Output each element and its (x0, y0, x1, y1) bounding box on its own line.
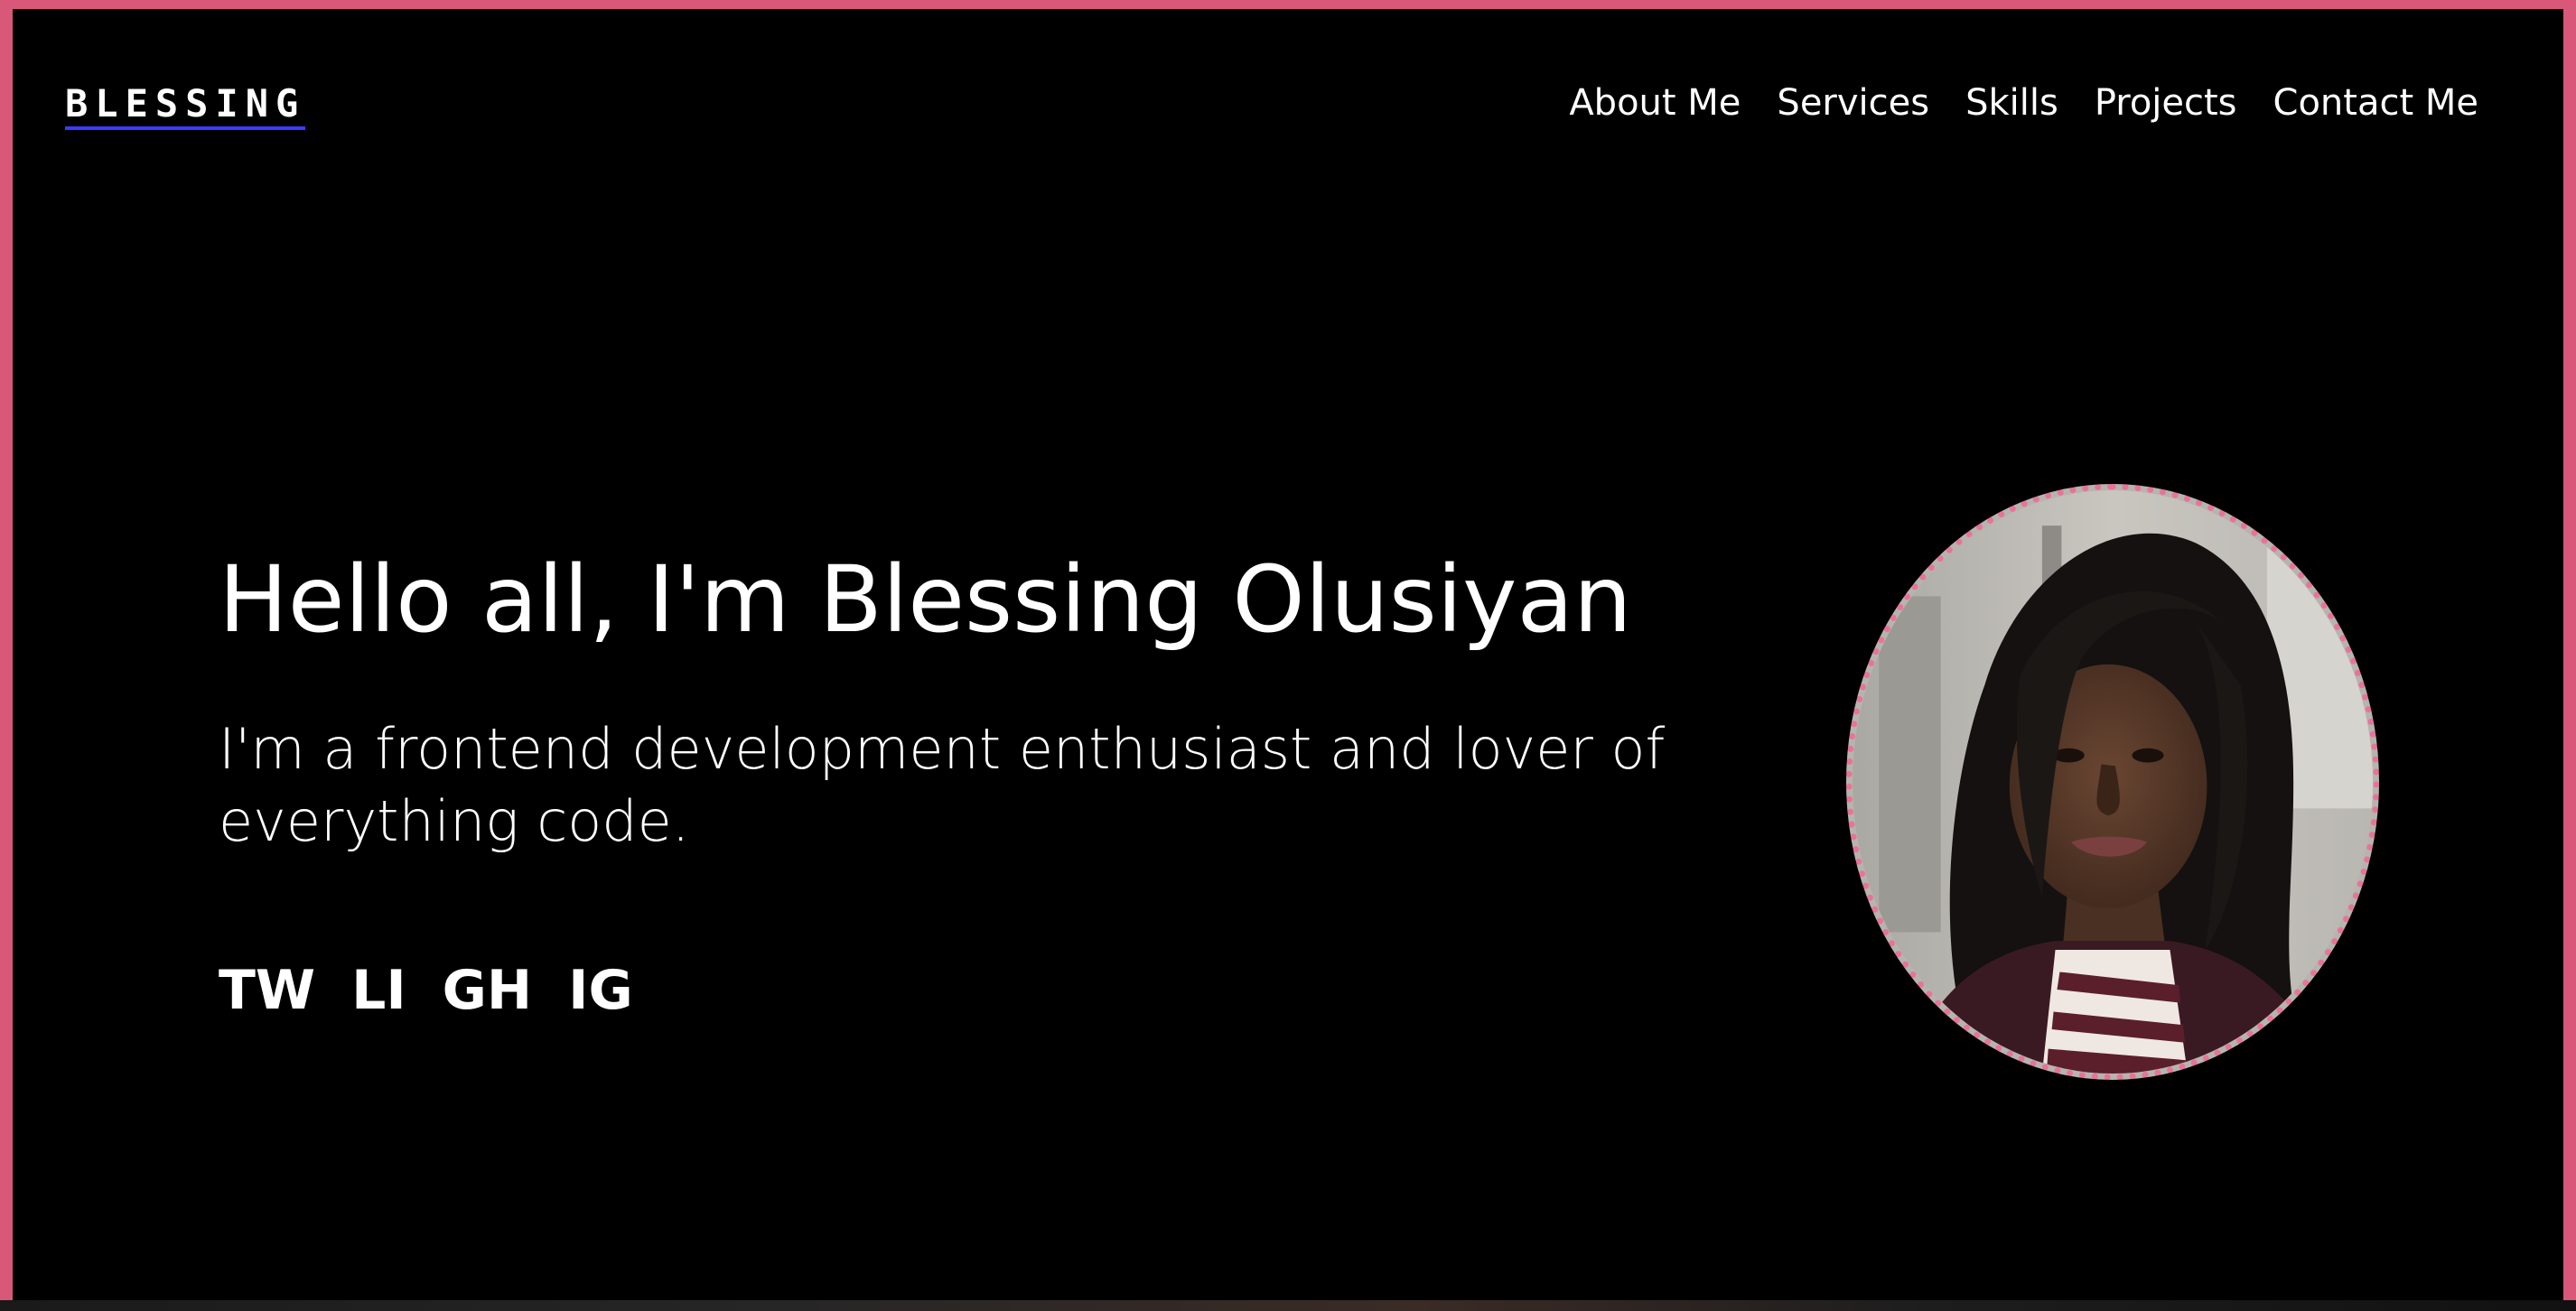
hero-title: Hello all, I'm Blessing Olusiyan (219, 546, 1632, 654)
social-links: TW LI GH IG (219, 955, 633, 1026)
profile-photo (1846, 484, 2379, 1080)
nav-projects[interactable]: Projects (2095, 79, 2237, 126)
social-twitter-link[interactable]: TW (219, 955, 315, 1026)
page-frame: BLESSING About Me Services Skills Projec… (0, 0, 2576, 1311)
nav-skills[interactable]: Skills (1965, 79, 2058, 126)
profile-photo-illustration (1853, 490, 2373, 1074)
bottom-edge-strip (0, 1300, 2576, 1311)
social-instagram-link[interactable]: IG (568, 955, 633, 1026)
hero-subtitle: I'm a frontend development enthusiast an… (219, 716, 1666, 854)
social-linkedin-link[interactable]: LI (351, 955, 406, 1026)
main-nav: About Me Services Skills Projects Contac… (1569, 79, 2478, 126)
social-github-link[interactable]: GH (443, 955, 532, 1026)
nav-services[interactable]: Services (1777, 79, 1929, 126)
nav-about-me[interactable]: About Me (1569, 79, 1741, 126)
nav-contact-me[interactable]: Contact Me (2273, 79, 2478, 126)
logo-link[interactable]: BLESSING (65, 85, 306, 130)
